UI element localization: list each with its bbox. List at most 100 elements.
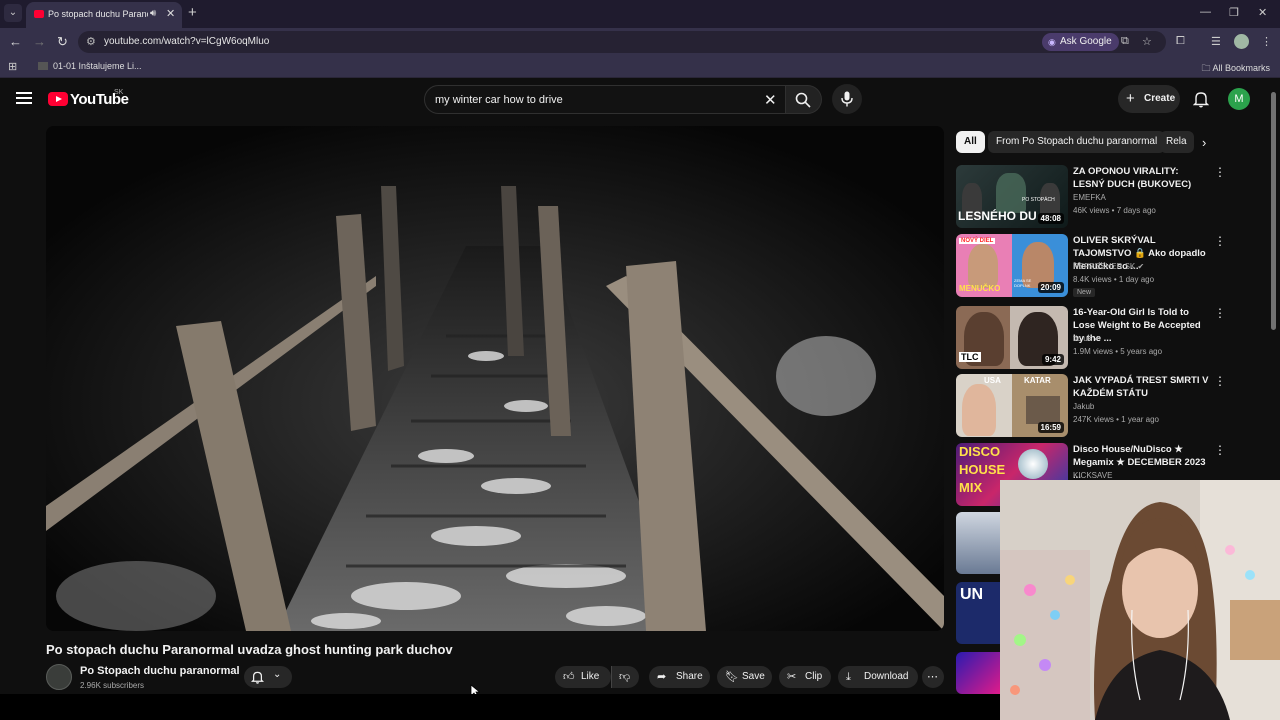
recommendation-channel[interactable]: REFRESHER SK ✔ [1073,262,1144,271]
download-icon: ⤓ [846,671,851,683]
profile-avatar[interactable] [1234,34,1249,49]
menu-icon[interactable] [16,92,32,104]
channel-label: tlc uk [1073,334,1092,343]
forward-icon[interactable]: → [33,34,46,49]
youtube-favicon-icon [34,10,44,18]
subscriber-count: 2.96K subscribers [80,681,145,690]
url-text[interactable]: youtube.com/watch?v=lCgW6oqMluo [104,36,269,47]
recommendation-title[interactable]: JAK VYPADÁ TREST SMRTI V KAŽDÉM STÁTU [1073,374,1211,400]
video-thumbnail[interactable] [956,652,1000,694]
bottom-black-bar [0,694,1000,720]
browser-tab-active[interactable]: Po stopach duchu Paranormal uvadza ghost… [26,2,182,28]
search-button[interactable] [786,85,822,114]
chip-related[interactable]: Rela [1160,131,1194,153]
chevron-right-icon[interactable]: › [1202,135,1206,150]
thumb-text-left: USA [984,376,1001,385]
video-thumbnail[interactable] [956,512,1000,574]
recommendation-channel[interactable]: KICKSAVE [1073,471,1112,480]
subscription-bell-button[interactable]: ⌄ [244,666,292,688]
recommendation-title[interactable]: ZA OPONOU VIRALITY: LESNÝ DUCH (BUKOVEC) [1073,165,1211,191]
voice-search-button[interactable] [832,84,862,114]
youtube-logo-icon[interactable] [48,92,68,106]
share-label: Share [676,671,703,682]
recommendation-channel[interactable]: EMEFKA [1073,193,1106,202]
browser-toolbar: ← → ↻ ⚙︎ youtube.com/watch?v=lCgW6oqMluo… [0,28,1280,56]
plus-icon: + [1126,90,1135,107]
more-vertical-icon[interactable]: ⋮ [1214,443,1226,457]
clip-button[interactable]: ✂ Clip [779,666,831,688]
account-avatar[interactable]: M [1228,88,1250,110]
reload-icon[interactable]: ↻ [57,34,68,50]
recommendation-channel[interactable]: tlc uk ✔ [1073,334,1101,343]
video-title: Po stopach duchu Paranormal uvadza ghost… [46,642,453,657]
chevron-down-icon: ⌄ [273,669,282,680]
minimize-icon[interactable]: — [1200,6,1211,18]
webcam-person-image [1000,480,1280,720]
duration-badge: 48:08 [1037,213,1064,224]
create-button[interactable]: + Create [1118,85,1180,113]
all-bookmarks-label: All Bookmarks [1212,63,1270,73]
bookmark-item[interactable]: 01-01 Inštalujeme Li... [38,61,142,71]
chip-all[interactable]: All [956,131,985,153]
download-label: Download [864,671,909,682]
video-player[interactable] [46,126,944,631]
bookmark-favicon-icon [38,62,48,70]
chip-from-channel[interactable]: From Po Stopach duchu paranormal [988,131,1166,153]
extensions-icon[interactable]: ⧠ [1176,35,1185,48]
thumb-text: LESNÉHO DU [958,209,1037,223]
channel-avatar[interactable] [46,664,72,690]
region-code: SK [114,89,124,96]
like-button[interactable]: 👍︎ Like [555,666,611,688]
tab-search-chevron-icon[interactable]: ⌄ [4,4,22,22]
reading-list-icon[interactable]: ☰ [1211,35,1221,48]
video-thumbnail[interactable]: PO STOPÁCH LESNÉHO DU 48:08 [956,165,1068,228]
new-tab-icon[interactable]: + [188,4,197,21]
page-scrollbar[interactable] [1271,92,1276,330]
search-input[interactable]: my winter car how to drive ✕ [424,85,786,114]
duration-badge: 9:42 [1041,354,1064,365]
dislike-button[interactable]: 👎︎ [611,666,639,688]
save-label: Save [742,671,765,682]
close-window-icon[interactable]: ✕ [1258,6,1267,19]
address-bar[interactable]: ⚙︎ youtube.com/watch?v=lCgW6oqMluo ◉ Ask… [78,31,1166,53]
speaker-icon[interactable]: 🔊︎ [150,8,156,19]
clear-search-icon[interactable]: ✕ [764,91,777,109]
more-actions-button[interactable]: ⋯ [922,666,944,688]
save-bookmark-icon: 🔖︎ [725,671,739,683]
bookmark-star-icon[interactable]: ☆ [1142,35,1152,48]
recommendation-item[interactable]: NOVÝ DIEL MENUČKO ZEMA SE DOPLNK 20:09 O… [956,234,1232,300]
thumbs-down-icon: 👎︎ [619,671,631,683]
browser-tab-strip: ⌄ Po stopach duchu Paranormal uvadza gho… [0,0,1280,28]
channel-name[interactable]: Po Stopach duchu paranormal [80,665,240,677]
download-button[interactable]: ⤓ Download [838,666,918,688]
recommendation-item[interactable]: TLC 9:42 16-Year-Old Girl Is Told to Los… [956,306,1232,369]
notifications-bell-icon[interactable] [1193,90,1209,108]
cast-icon[interactable]: ⧉ [1121,35,1129,48]
more-vertical-icon[interactable]: ⋮ [1214,165,1226,179]
video-thumbnail[interactable]: UN [956,582,1000,644]
recommendation-item[interactable]: USA KATAR 16:59 JAK VYPADÁ TREST SMRTI V… [956,374,1232,437]
more-vertical-icon[interactable]: ⋮ [1214,234,1226,248]
video-thumbnail[interactable]: NOVÝ DIEL MENUČKO ZEMA SE DOPLNK 20:09 [956,234,1068,297]
video-thumbnail[interactable]: USA KATAR 16:59 [956,374,1068,437]
all-bookmarks[interactable]: 🗀︎ All Bookmarks [1201,61,1270,77]
share-button[interactable]: ➦ Share [649,666,710,688]
site-info-icon[interactable]: ⚙︎ [86,35,96,48]
browser-menu-icon[interactable]: ⋮ [1261,35,1272,48]
restore-icon[interactable]: ❐ [1229,6,1239,19]
search-query[interactable]: my winter car how to drive [435,94,563,106]
thumbs-up-icon: 👍︎ [563,671,575,683]
ask-google-label: Ask Google [1060,36,1112,47]
like-label: Like [581,671,600,682]
apps-grid-icon[interactable]: ⊞ [8,60,17,73]
ask-google-icon: ◉ [1048,37,1056,47]
save-button[interactable]: 🔖︎ Save [717,666,772,688]
back-icon[interactable]: ← [9,34,22,49]
recommendation-item[interactable]: PO STOPÁCH LESNÉHO DU 48:08 ZA OPONOU VI… [956,165,1232,228]
more-vertical-icon[interactable]: ⋮ [1214,374,1226,388]
more-vertical-icon[interactable]: ⋮ [1214,306,1226,320]
recommendation-channel[interactable]: Jakub [1073,402,1094,411]
close-tab-icon[interactable]: ✕ [166,7,175,20]
video-thumbnail[interactable]: TLC 9:42 [956,306,1068,369]
ask-google-button[interactable]: ◉ Ask Google [1042,33,1119,51]
